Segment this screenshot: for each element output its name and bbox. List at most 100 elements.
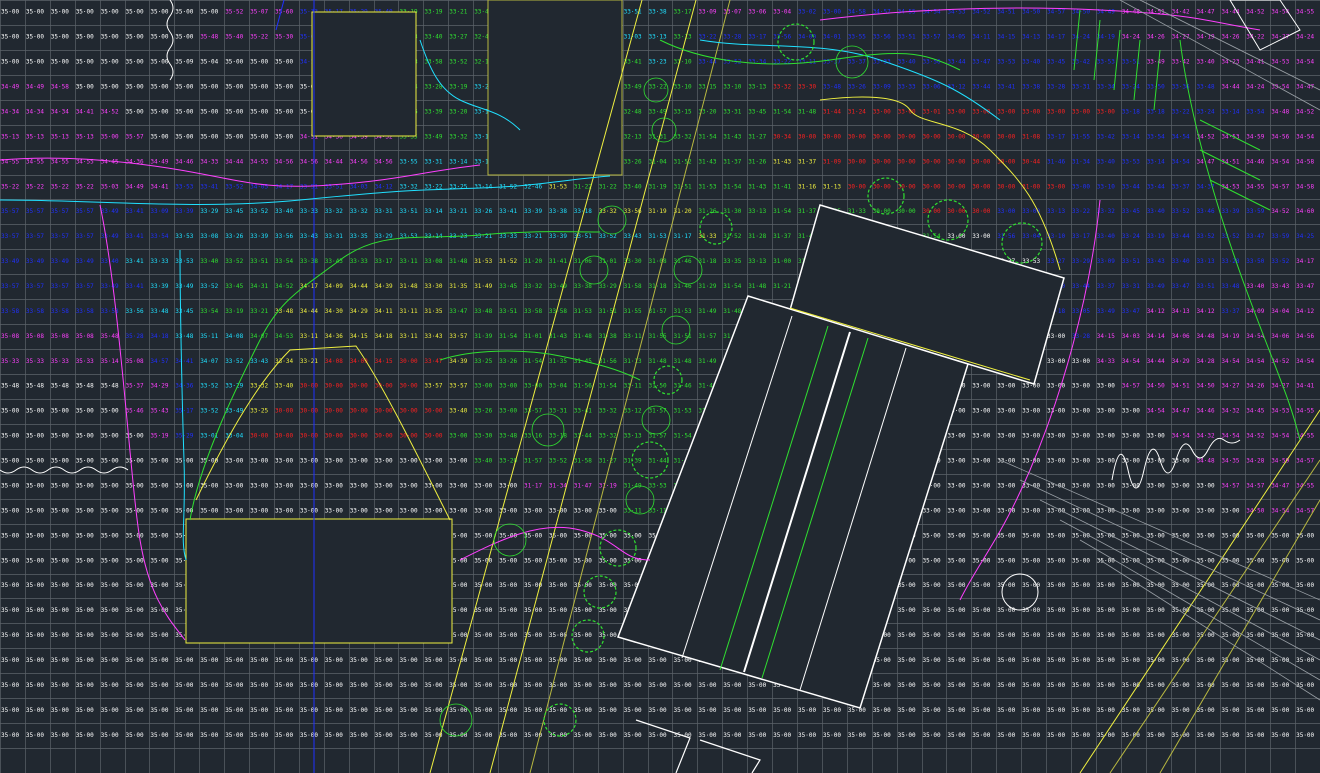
spot-elevation-label: 35·28 bbox=[126, 333, 144, 340]
building-footprint-left[interactable] bbox=[185, 518, 453, 644]
spot-elevation-label: 33·57 bbox=[1, 283, 19, 290]
spot-elevation-label: 34·28 bbox=[1246, 458, 1264, 465]
spot-elevation-label: 34·54 bbox=[1271, 507, 1289, 514]
spot-elevation-label: 35·00 bbox=[947, 707, 965, 714]
spot-elevation-label: 35·00 bbox=[1271, 557, 1289, 564]
spot-elevation-label: 33·31 bbox=[723, 109, 741, 116]
spot-elevation-label: 33·22 bbox=[1072, 208, 1090, 215]
drawing-canvas[interactable]: 35·00 35·00 35·00 35·00 35·00 35·00 35·00 35·00… bbox=[0, 0, 1320, 773]
spot-elevation-label: 33·00 bbox=[1147, 507, 1165, 514]
spot-elevation-label: 31·58 bbox=[624, 283, 642, 290]
spot-elevation-label: 33·40 bbox=[624, 183, 642, 190]
spot-elevation-label: 34·47 bbox=[1197, 9, 1215, 16]
spot-elevation-label: 31·48 bbox=[449, 258, 467, 265]
spot-elevation-label: 35·00 bbox=[51, 632, 69, 639]
spot-elevation-label: 33·44 bbox=[1147, 183, 1165, 190]
spot-elevation-label: 35·00 bbox=[972, 532, 990, 539]
spot-elevation-label: 35·00 bbox=[1, 9, 19, 16]
spot-elevation-label: 33·17 bbox=[748, 34, 766, 41]
spot-elevation-label: 33·35 bbox=[723, 258, 741, 265]
building-footprint-top-center[interactable] bbox=[487, 0, 623, 176]
spot-elevation-label: 33·41 bbox=[126, 283, 144, 290]
spot-elevation-label: 33·12 bbox=[947, 84, 965, 91]
spot-elevation-label: 35·00 bbox=[773, 707, 791, 714]
spot-elevation-label: 31·49 bbox=[698, 308, 716, 315]
spot-elevation-label: 35·00 bbox=[624, 707, 642, 714]
spot-elevation-label: 33·00 bbox=[1122, 433, 1140, 440]
spot-elevation-label: 35·00 bbox=[947, 607, 965, 614]
spot-elevation-label: 35·00 bbox=[126, 557, 144, 564]
spot-elevation-label: 35·00 bbox=[1022, 732, 1040, 739]
spot-elevation-label: 31·51 bbox=[599, 308, 617, 315]
spot-elevation-label: 35·00 bbox=[1047, 657, 1065, 664]
spot-elevation-label: 31·22 bbox=[599, 183, 617, 190]
spot-elevation-label: 31·13 bbox=[823, 183, 841, 190]
spot-elevation-label: 35·00 bbox=[76, 507, 94, 514]
spot-elevation-label: 31·43 bbox=[773, 158, 791, 165]
spot-elevation-label: 33·56 bbox=[923, 59, 941, 66]
building-footprint-top[interactable] bbox=[311, 11, 417, 137]
spot-elevation-label: 35·00 bbox=[972, 732, 990, 739]
spot-elevation-label: 31·54 bbox=[773, 208, 791, 215]
spot-elevation-label: 34·17 bbox=[275, 183, 293, 190]
spot-elevation-label: 35·00 bbox=[1246, 532, 1264, 539]
spot-elevation-label: 33·00 bbox=[873, 109, 891, 116]
spot-elevation-label: 33·00 bbox=[449, 507, 467, 514]
spot-elevation-label: 33·00 bbox=[300, 483, 318, 490]
spot-elevation-label: 34·36 bbox=[325, 333, 343, 340]
spot-elevation-label: 33·10 bbox=[723, 84, 741, 91]
spot-elevation-label: 33·49 bbox=[649, 109, 667, 116]
spot-elevation-label: 33·53 bbox=[175, 233, 193, 240]
spot-elevation-label: 35·00 bbox=[1, 34, 19, 41]
spot-elevation-label: 35·00 bbox=[898, 607, 916, 614]
spot-elevation-label: 35·00 bbox=[549, 532, 567, 539]
spot-elevation-label: 35·00 bbox=[225, 109, 243, 116]
spot-elevation-label: 35·00 bbox=[524, 707, 542, 714]
spot-elevation-label: 33·00 bbox=[1072, 458, 1090, 465]
spot-elevation-label: 35·00 bbox=[499, 607, 517, 614]
spot-elevation-label: 33·43 bbox=[424, 333, 442, 340]
spot-elevation-label: 30·00 bbox=[400, 408, 418, 415]
cad-viewport[interactable]: 35·00 35·00 35·00 35·00 35·00 35·00 35·00 35·00… bbox=[0, 0, 1320, 773]
spot-elevation-label: 34·49 bbox=[26, 84, 44, 91]
spot-elevation-label: 35·00 bbox=[1, 408, 19, 415]
spot-elevation-label: 34·09 bbox=[350, 358, 368, 365]
spot-elevation-label: 35·00 bbox=[126, 657, 144, 664]
spot-elevation-label: 33·49 bbox=[1, 258, 19, 265]
spot-elevation-label: 33·04 bbox=[773, 9, 791, 16]
spot-elevation-label: 35·00 bbox=[225, 657, 243, 664]
spot-elevation-label: 33·53 bbox=[175, 183, 193, 190]
spot-elevation-label: 35·00 bbox=[474, 707, 492, 714]
spot-elevation-label: 35·00 bbox=[1047, 707, 1065, 714]
spot-elevation-label: 35·00 bbox=[126, 34, 144, 41]
spot-elevation-label: 35·00 bbox=[101, 433, 119, 440]
spot-elevation-label: 33·45 bbox=[1047, 59, 1065, 66]
spot-elevation-label: 35·00 bbox=[101, 59, 119, 66]
spot-elevation-label: 33·39 bbox=[549, 233, 567, 240]
spot-elevation-label: 33·41 bbox=[624, 59, 642, 66]
spot-elevation-label: 35·00 bbox=[1022, 532, 1040, 539]
spot-elevation-label: 35·13 bbox=[76, 133, 94, 140]
spot-elevation-label: 33·00 bbox=[225, 483, 243, 490]
spot-elevation-label: 31·17 bbox=[524, 483, 542, 490]
spot-elevation-label: 35·19 bbox=[150, 433, 168, 440]
spot-elevation-label: 35·00 bbox=[474, 607, 492, 614]
spot-elevation-label: 33·27 bbox=[449, 34, 467, 41]
spot-elevation-label: 31·34 bbox=[549, 483, 567, 490]
spot-elevation-label: 34·55 bbox=[26, 158, 44, 165]
spot-elevation-label: 35·00 bbox=[1122, 582, 1140, 589]
spot-elevation-label: 33·54 bbox=[200, 308, 218, 315]
spot-elevation-label: 33·55 bbox=[400, 158, 418, 165]
spot-elevation-label: 35·00 bbox=[1097, 632, 1115, 639]
spot-elevation-label: 33·09 bbox=[873, 84, 891, 91]
spot-elevation-label: 34·52 bbox=[1296, 109, 1314, 116]
spot-elevation-label: 35·00 bbox=[51, 34, 69, 41]
spot-elevation-label: 34·41 bbox=[76, 109, 94, 116]
spot-elevation-label: 34·17 bbox=[1296, 258, 1314, 265]
spot-elevation-label: 35·00 bbox=[923, 632, 941, 639]
spot-elevation-label: 34·34 bbox=[26, 109, 44, 116]
spot-elevation-label: 33·45 bbox=[748, 109, 766, 116]
spot-elevation-label: 35·00 bbox=[947, 582, 965, 589]
spot-elevation-label: 31·56 bbox=[574, 383, 592, 390]
spot-elevation-label: 35·00 bbox=[26, 9, 44, 16]
